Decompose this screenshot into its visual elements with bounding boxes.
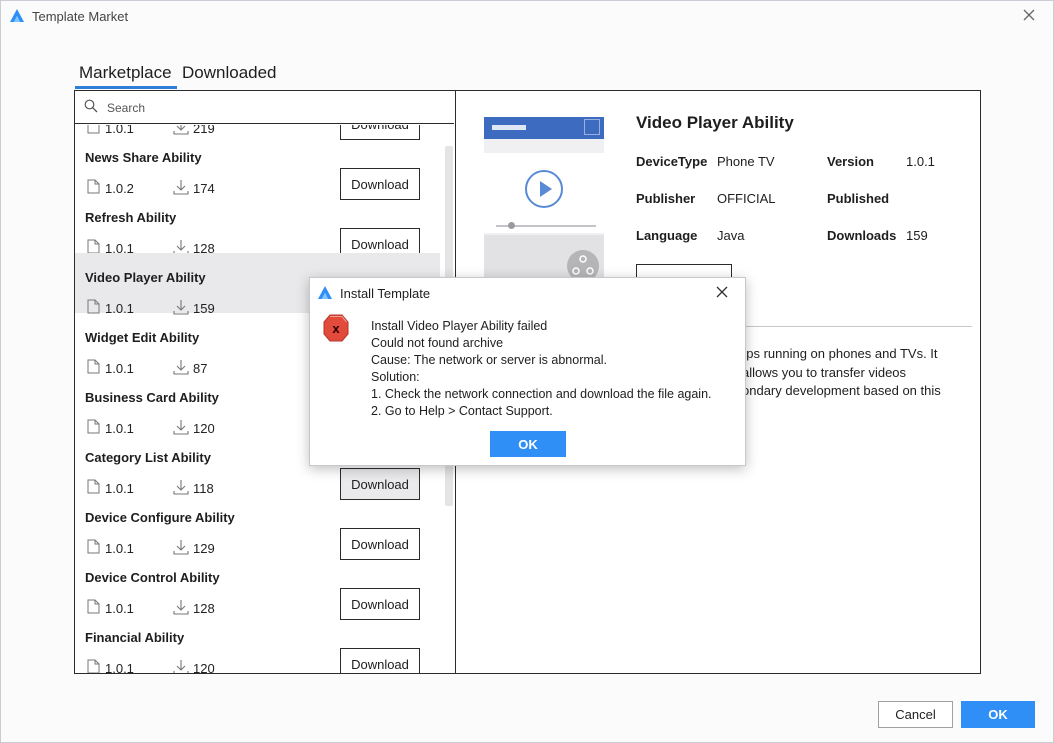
- dialog-message-line: Solution:: [371, 370, 420, 384]
- file-icon: [87, 239, 100, 254]
- error-icon-glyph: x: [332, 321, 340, 336]
- active-tab-indicator: [75, 86, 177, 89]
- template-market-window: Template Market Marketplace Downloaded 1: [0, 0, 1054, 743]
- file-icon: [87, 419, 100, 434]
- downloads-value: 159: [906, 228, 928, 243]
- search-icon: [84, 99, 98, 113]
- list-item[interactable]: Refresh Ability 1.0.1 128 Download: [75, 193, 440, 260]
- list-item[interactable]: News Share Ability 1.0.2 174 Download: [75, 133, 440, 200]
- template-name: Business Card Ability: [85, 390, 219, 405]
- publisher-label: Publisher: [636, 191, 696, 206]
- close-icon[interactable]: [715, 285, 729, 299]
- file-icon: [87, 599, 100, 614]
- dialog-ok-button[interactable]: OK: [490, 431, 566, 457]
- template-name: Category List Ability: [85, 450, 211, 465]
- device-type-label: DeviceType: [636, 154, 708, 169]
- template-name: Device Control Ability: [85, 570, 220, 585]
- template-name: Refresh Ability: [85, 210, 177, 225]
- preview-header-bar: [492, 125, 526, 130]
- template-name: Device Configure Ability: [85, 510, 235, 525]
- list-item[interactable]: 1.0.1 219 Download: [75, 125, 440, 140]
- detail-title: Video Player Ability: [636, 113, 794, 132]
- app-logo-icon: [318, 286, 332, 299]
- template-name: Financial Ability: [85, 630, 185, 645]
- search-box: [75, 91, 454, 124]
- file-icon: [87, 299, 100, 314]
- template-downloads: 120: [193, 661, 215, 673]
- cancel-button[interactable]: Cancel: [878, 701, 953, 728]
- dialog-message-line: Install Video Player Ability failed: [371, 319, 548, 333]
- published-label: Published: [827, 191, 890, 206]
- window-title: Template Market: [32, 9, 129, 24]
- template-name: Video Player Ability: [85, 270, 206, 285]
- template-name: News Share Ability: [85, 150, 202, 165]
- version-value: 1.0.1: [906, 154, 935, 169]
- dialog-title: Install Template: [340, 286, 431, 301]
- tab-marketplace[interactable]: Marketplace: [79, 63, 172, 83]
- error-icon: x: [323, 314, 349, 342]
- title-bar: Template Market: [1, 1, 1053, 31]
- device-type-value: Phone TV: [717, 154, 775, 169]
- preview-header-icon: [584, 119, 600, 135]
- version-label: Version: [827, 154, 874, 169]
- language-label: Language: [636, 228, 698, 243]
- download-count-icon: [173, 660, 189, 673]
- file-icon: [87, 179, 100, 194]
- app-logo-icon: [10, 9, 24, 22]
- language-value: Java: [717, 228, 745, 243]
- publisher-value: OFFICIAL: [717, 191, 776, 206]
- dialog-message-line: Could not found archive: [371, 336, 504, 350]
- download-button[interactable]: Download: [340, 648, 420, 673]
- close-icon[interactable]: [1021, 7, 1037, 23]
- template-preview-image: [484, 117, 604, 287]
- list-item[interactable]: Financial Ability 1.0.1 120 Download: [75, 613, 440, 673]
- dialog-message-line: 2. Go to Help > Contact Support.: [371, 404, 553, 418]
- dialog-message-line: Cause: The network or server is abnormal…: [371, 353, 607, 367]
- file-icon: [87, 539, 100, 554]
- preview-header: [484, 117, 604, 139]
- downloads-label: Downloads: [827, 228, 897, 243]
- list-item[interactable]: Device Control Ability 1.0.1 128 Downloa…: [75, 553, 440, 620]
- search-input[interactable]: [105, 97, 439, 119]
- file-icon: [87, 359, 100, 374]
- file-icon: [87, 659, 100, 673]
- template-name: Widget Edit Ability: [85, 330, 200, 345]
- list-item[interactable]: Device Configure Ability 1.0.1 129 Downl…: [75, 493, 440, 560]
- install-template-dialog: Install Template x Install Video Player …: [309, 277, 746, 466]
- preview-seek-handle: [508, 222, 515, 229]
- dialog-message-line: 1. Check the network connection and down…: [371, 387, 712, 401]
- play-icon: [525, 170, 563, 208]
- ok-button[interactable]: OK: [961, 701, 1035, 728]
- template-version: 1.0.1: [105, 661, 134, 673]
- tab-downloaded[interactable]: Downloaded: [182, 63, 277, 83]
- file-icon: [87, 479, 100, 494]
- dialog-message: Install Video Player Ability failed Coul…: [371, 318, 743, 420]
